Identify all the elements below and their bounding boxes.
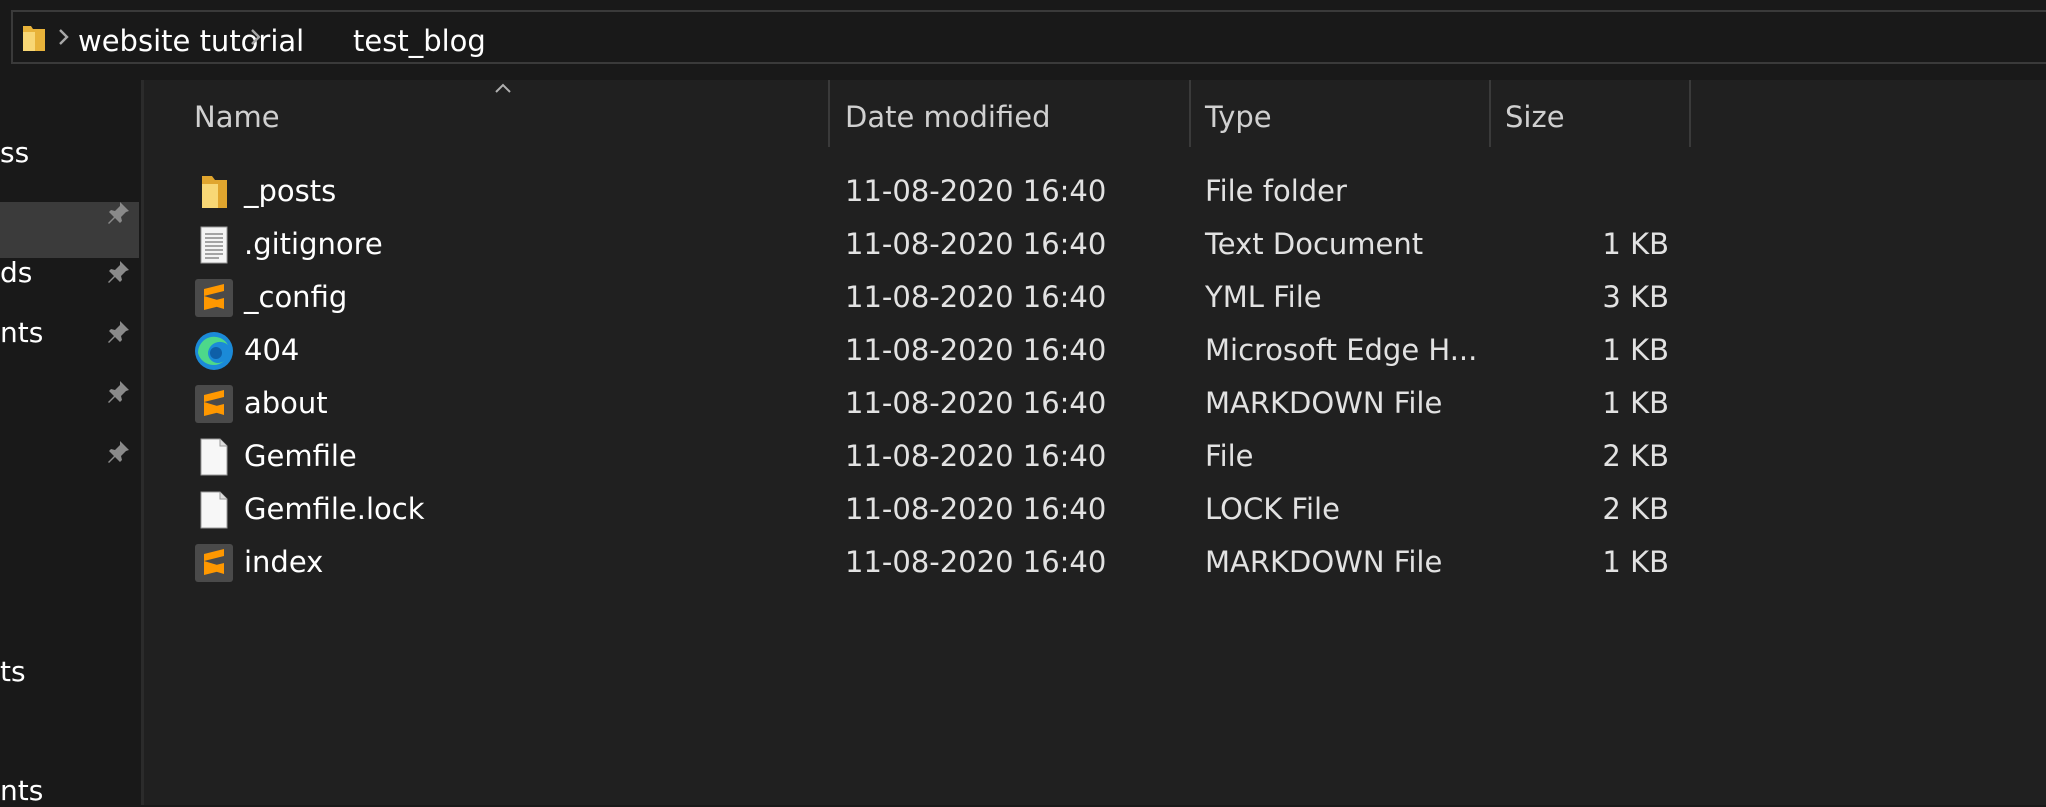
file-type: File folder [1205, 174, 1347, 208]
file-name[interactable]: about [244, 386, 328, 420]
column-header-size[interactable]: Size [1505, 100, 1565, 134]
sidebar-item-label[interactable]: ss [0, 136, 29, 169]
file-size: 1 KB [1602, 545, 1669, 579]
file-date: 11-08-2020 16:40 [845, 439, 1107, 473]
file-row-index[interactable]: index 11-08-2020 16:40 MARKDOWN File 1 K… [144, 537, 1694, 590]
breadcrumb-test-blog[interactable]: test_blog [353, 24, 486, 58]
text-document-icon [200, 226, 228, 264]
file-date: 11-08-2020 16:40 [845, 333, 1107, 367]
file-date: 11-08-2020 16:40 [845, 492, 1107, 526]
folder-icon [23, 26, 45, 51]
file-date: 11-08-2020 16:40 [845, 545, 1107, 579]
file-size: 3 KB [1602, 280, 1669, 314]
file-size: 1 KB [1602, 333, 1669, 367]
pin-icon[interactable] [104, 318, 132, 346]
column-divider[interactable] [828, 80, 830, 147]
column-header-date-modified[interactable]: Date modified [845, 100, 1051, 134]
file-row-gitignore[interactable]: .gitignore 11-08-2020 16:40 Text Documen… [144, 219, 1694, 272]
address-bar[interactable]: website tutorial test_blog [11, 10, 2046, 64]
blank-file-icon [200, 438, 228, 476]
file-name[interactable]: 404 [244, 333, 299, 367]
file-row-posts[interactable]: _posts 11-08-2020 16:40 File folder [144, 166, 1694, 219]
sidebar-item-label[interactable]: ts [0, 655, 26, 688]
column-divider[interactable] [1189, 80, 1191, 147]
file-name[interactable]: _config [244, 280, 347, 314]
file-date: 11-08-2020 16:40 [845, 386, 1107, 420]
sidebar-item-label[interactable]: nts [0, 316, 43, 349]
sidebar-item-label[interactable]: ds [0, 256, 32, 289]
file-name[interactable]: Gemfile.lock [244, 492, 425, 526]
file-type: LOCK File [1205, 492, 1340, 526]
file-date: 11-08-2020 16:40 [845, 280, 1107, 314]
navigation-pane: ss ds nts ts nts [0, 80, 141, 807]
file-row-gemfile[interactable]: Gemfile 11-08-2020 16:40 File 2 KB [144, 431, 1694, 484]
edge-icon [195, 332, 233, 370]
column-divider[interactable] [1489, 80, 1491, 147]
file-size: 1 KB [1602, 227, 1669, 261]
file-name[interactable]: Gemfile [244, 439, 357, 473]
chevron-right-icon[interactable] [249, 28, 263, 46]
breadcrumb-website-tutorial[interactable]: website tutorial [78, 24, 304, 58]
file-size: 2 KB [1602, 439, 1669, 473]
pin-icon[interactable] [104, 258, 132, 286]
file-row-config[interactable]: _config 11-08-2020 16:40 YML File 3 KB [144, 272, 1694, 325]
sublime-text-icon [195, 544, 233, 582]
file-date: 11-08-2020 16:40 [845, 227, 1107, 261]
file-row-about[interactable]: about 11-08-2020 16:40 MARKDOWN File 1 K… [144, 378, 1694, 431]
folder-icon [202, 176, 227, 208]
chevron-right-icon[interactable] [57, 28, 71, 46]
sublime-text-icon [195, 385, 233, 423]
file-size: 1 KB [1602, 386, 1669, 420]
pin-icon[interactable] [104, 438, 132, 466]
file-name[interactable]: _posts [244, 174, 336, 208]
file-name[interactable]: .gitignore [244, 227, 383, 261]
file-row-404[interactable]: 404 11-08-2020 16:40 Microsoft Edge H...… [144, 325, 1694, 378]
file-row-gemfile-lock[interactable]: Gemfile.lock 11-08-2020 16:40 LOCK File … [144, 484, 1694, 537]
file-size: 2 KB [1602, 492, 1669, 526]
sidebar-item-label[interactable]: nts [0, 774, 43, 807]
sublime-text-icon [195, 279, 233, 317]
column-header-type[interactable]: Type [1205, 100, 1272, 134]
column-divider[interactable] [1689, 80, 1691, 147]
column-header-name[interactable]: Name [194, 100, 280, 134]
file-date: 11-08-2020 16:40 [845, 174, 1107, 208]
sort-ascending-icon [495, 83, 511, 93]
file-type: YML File [1205, 280, 1322, 314]
blank-file-icon [200, 491, 228, 529]
file-name[interactable]: index [244, 545, 323, 579]
file-type: File [1205, 439, 1254, 473]
file-list: Name Date modified Type Size _posts 11-0… [144, 80, 2046, 805]
pin-icon[interactable] [104, 378, 132, 406]
pin-icon[interactable] [104, 199, 132, 227]
